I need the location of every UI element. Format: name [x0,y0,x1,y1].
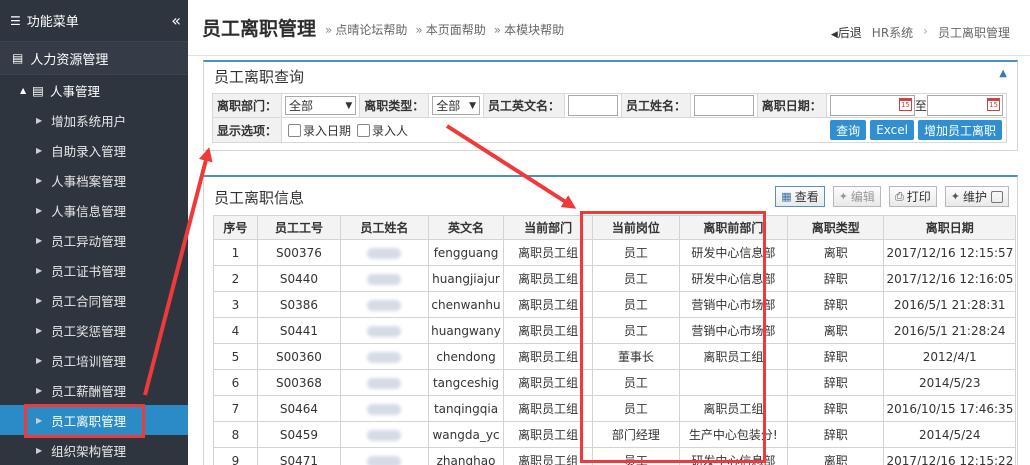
arrow-query-to-columns [445,124,577,209]
annotation-arrows [143,124,577,396]
arrow-sidebar-to-query [143,147,213,396]
page-root: ☰ 功能菜单 « ▤ 人力资源管理 ▲ ▤ 人事管理 ▶ 增加系统用户 ▶ 自助录入管… [0,0,1030,465]
